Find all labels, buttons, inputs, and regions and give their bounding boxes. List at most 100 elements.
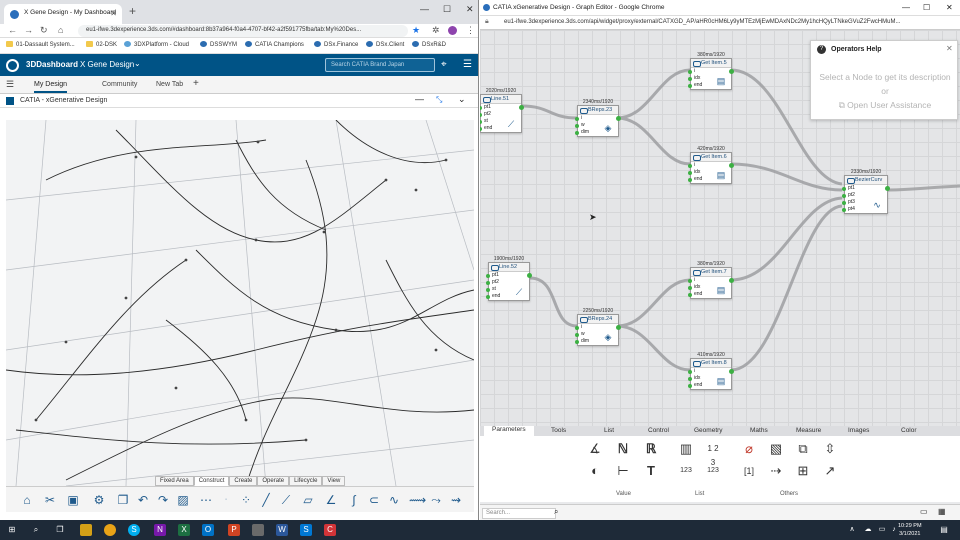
word-icon[interactable]: W <box>276 524 288 536</box>
network-icon[interactable]: ▭ <box>876 524 888 536</box>
excel-icon[interactable]: X <box>178 524 190 536</box>
tab-my-design[interactable]: My Design <box>34 81 68 93</box>
3d-viewport[interactable] <box>6 120 474 486</box>
start-icon[interactable]: ⊞ <box>6 524 18 536</box>
node-get-item-5[interactable]: 380ms/1920 Get Item.5 i idx end ▤ <box>688 52 734 90</box>
angle-icon[interactable]: ∠ <box>324 493 338 507</box>
tab-operate[interactable]: Operate <box>257 476 290 486</box>
transfer-icon[interactable]: ⇢ <box>769 464 783 478</box>
extensions-icon[interactable]: ✲ <box>432 25 440 36</box>
bookmark-item[interactable]: CATIA Champions <box>245 41 304 48</box>
url-field[interactable]: eu1-ifwe.3dexperience.3ds.com/api/widget… <box>496 17 951 29</box>
grid-icon[interactable]: ▦ <box>938 507 946 516</box>
tab-construct[interactable]: Construct <box>193 476 230 486</box>
output-port[interactable] <box>527 273 532 278</box>
search-input[interactable]: Search CATIA Brand Japan <box>325 58 435 72</box>
copy-icon[interactable]: ❐ <box>116 493 130 507</box>
tab-list[interactable]: List <box>604 427 614 434</box>
chrome-icon[interactable] <box>104 524 116 536</box>
back-icon[interactable]: ← <box>8 25 17 35</box>
integer-icon[interactable]: ℕ <box>616 442 630 456</box>
text-icon[interactable]: T <box>644 464 658 478</box>
output-port[interactable] <box>616 325 621 330</box>
output-port[interactable] <box>519 105 524 110</box>
hamburger-menu-icon[interactable]: ☰ <box>463 59 472 70</box>
search-icon[interactable]: ⌕ <box>554 507 558 517</box>
skype-icon[interactable]: S <box>128 524 140 536</box>
panel-icon[interactable]: ⧉ <box>796 442 810 456</box>
bookmark-item[interactable]: DSx.Client <box>366 41 404 48</box>
outlook-icon[interactable]: O <box>202 524 214 536</box>
clock[interactable]: 10:29 PM 3/1/2021 <box>898 522 922 538</box>
menu-icon[interactable]: ⋮ <box>466 25 475 36</box>
output-port[interactable] <box>729 163 734 168</box>
bookmark-item[interactable]: DSx.Finance <box>314 41 358 48</box>
bookmark-item[interactable]: DSSWYM <box>200 41 237 48</box>
node-line-51[interactable]: 2020ms/1920 Line.51 pt1 pt2 st end ⟋ <box>480 88 524 133</box>
tab-fixed-area[interactable]: Fixed Area <box>155 476 194 486</box>
length-icon[interactable]: ⊢ <box>616 464 630 478</box>
cloud-icon[interactable]: ☁ <box>862 524 874 536</box>
app-icon[interactable] <box>252 524 264 536</box>
open-user-assistance-link[interactable]: Open User Assistance <box>847 100 931 110</box>
minimize-widget-icon[interactable]: — <box>415 94 424 104</box>
tab-maths[interactable]: Maths <box>750 427 768 434</box>
profile-avatar[interactable] <box>448 26 457 35</box>
node-get-item-8[interactable]: 410ms/1920 Get Item.8 i idx end ▤ <box>688 352 734 390</box>
tab-lifecycle[interactable]: Lifecycle <box>289 476 323 486</box>
vector-icon[interactable]: ↗ <box>823 464 837 478</box>
tab-control[interactable]: Control <box>648 427 669 434</box>
maximize-icon[interactable]: ☐ <box>923 3 930 12</box>
browser-tab[interactable]: X Gene Design - My Dashboard ✕ <box>4 4 122 24</box>
close-window-icon[interactable]: ✕ <box>466 4 474 15</box>
node-breps-24[interactable]: 2250ms/1920 BReps.24 i w dim ◈ <box>575 308 621 346</box>
node-get-item-7[interactable]: 380ms/1920 Get Item.7 i idx end ▤ <box>688 261 734 299</box>
app-icon[interactable]: C <box>324 524 336 536</box>
tab-view[interactable]: View <box>322 476 346 486</box>
reload-icon[interactable]: ↻ <box>40 25 48 36</box>
node-bezier-curve[interactable]: 2330ms/1920 BezierCurv pt1 pt2 pt3 pt4 ∿ <box>842 169 890 214</box>
close-window-icon[interactable]: ✕ <box>946 3 953 12</box>
file-explorer-icon[interactable] <box>80 524 92 536</box>
output-port[interactable] <box>616 116 621 121</box>
cut-icon[interactable]: ✂ <box>43 493 57 507</box>
tab-community[interactable]: Community <box>102 81 137 88</box>
chevron-down-icon[interactable]: ⌄ <box>134 59 141 68</box>
image-icon[interactable]: ▧ <box>769 442 783 456</box>
loft-icon[interactable]: ⤳ <box>429 493 443 507</box>
blend-icon[interactable]: ⇝ <box>449 493 463 507</box>
sequence-icon[interactable]: 123 <box>706 464 720 478</box>
compass-logo-icon[interactable] <box>6 59 19 72</box>
tab-parameters[interactable]: Parameters <box>484 426 534 436</box>
powerpoint-icon[interactable]: P <box>228 524 240 536</box>
chevron-up-icon[interactable]: ∧ <box>846 524 858 536</box>
app-icon[interactable]: S <box>300 524 312 536</box>
onenote-icon[interactable]: N <box>154 524 166 536</box>
url-field[interactable]: eu1-ifwe.3dexperience.3ds.com/#dashboard… <box>78 25 408 37</box>
settings-icon[interactable]: ⚙ <box>92 493 106 507</box>
tag-icon[interactable]: ⌖ <box>441 59 447 70</box>
save-icon[interactable]: ▣ <box>66 493 80 507</box>
sidebar-toggle-icon[interactable]: ☰ <box>6 79 14 90</box>
bookmark-item[interactable]: 3DXPlatform - Cloud <box>124 41 189 48</box>
bookmark-item[interactable]: DSxR&D <box>412 41 446 48</box>
search-input[interactable]: Search... <box>482 508 556 519</box>
close-icon[interactable]: ✕ <box>946 44 953 53</box>
image-icon[interactable]: ▨ <box>176 493 190 507</box>
line-icon[interactable]: ╱ <box>259 493 273 507</box>
polyline-icon[interactable]: ⟋ <box>279 493 293 507</box>
plane-icon[interactable]: ▱ <box>301 493 315 507</box>
notifications-icon[interactable]: ▤ <box>938 524 950 536</box>
dashboard-name[interactable]: X Gene Design <box>80 60 134 69</box>
tab-create[interactable]: Create <box>229 476 258 486</box>
tab-measure[interactable]: Measure <box>796 427 821 434</box>
network-icon[interactable]: ⊞ <box>796 464 810 478</box>
boolean-icon[interactable]: ◐ <box>588 464 602 478</box>
expand-icon[interactable]: ⤡ <box>436 95 442 105</box>
minimize-icon[interactable]: — <box>902 3 910 12</box>
comment-icon[interactable]: ▭ <box>920 507 928 516</box>
output-port[interactable] <box>729 278 734 283</box>
node-get-item-6[interactable]: 420ms/1920 Get Item.6 i idx end ▤ <box>688 146 734 184</box>
output-port[interactable] <box>729 369 734 374</box>
real-icon[interactable]: ℝ <box>644 442 658 456</box>
